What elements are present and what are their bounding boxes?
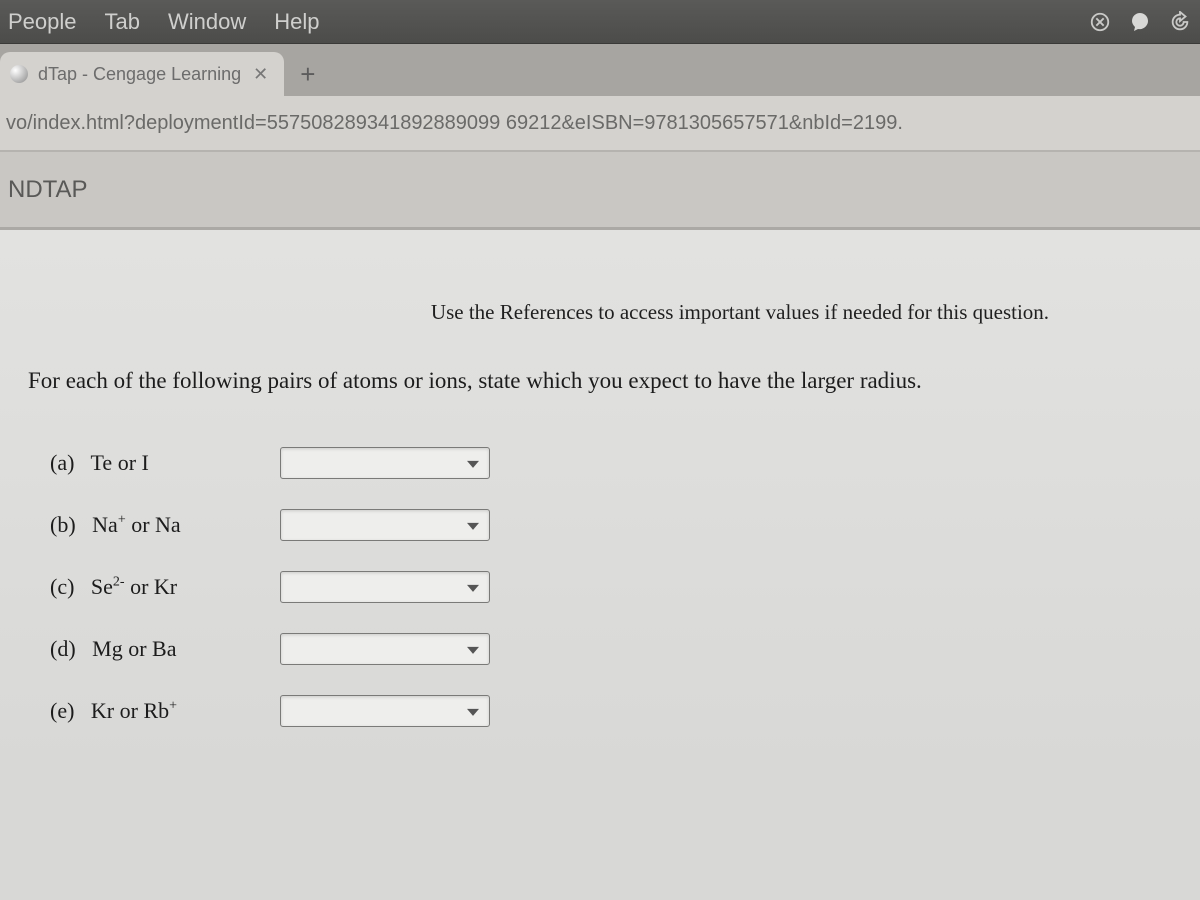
question-prompt: For each of the following pairs of atoms… [28,365,1180,397]
question-row-a: (a) Te or I [50,447,1180,479]
answer-select-d[interactable] [280,633,490,665]
refresh-icon[interactable] [1168,10,1192,34]
menu-window[interactable]: Window [168,9,246,35]
answer-select-e[interactable] [280,695,490,727]
page-header: NDTAP [0,152,1200,230]
question-row-b: (b) Na+ or Na [50,509,1180,541]
question-letter: (c) [50,574,74,599]
menu-help[interactable]: Help [274,9,319,35]
question-letter: (e) [50,698,74,723]
new-tab-button[interactable]: + [300,52,315,96]
sync-icon[interactable] [1088,10,1112,34]
question-label: (c) Se2- or Kr [50,574,240,600]
macos-menubar: People Tab Window Help [0,0,1200,44]
tab-title: dTap - Cengage Learning [38,64,241,85]
question-label: (b) Na+ or Na [50,512,240,538]
menu-people[interactable]: People [8,9,77,35]
question-pair: Kr or Rb+ [91,698,177,723]
question-label: (a) Te or I [50,450,240,476]
question-letter: (b) [50,512,76,537]
tab-close-icon[interactable]: ✕ [251,62,270,87]
browser-tabstrip: dTap - Cengage Learning ✕ + [0,44,1200,96]
question-letter: (a) [50,450,74,475]
menu-tab[interactable]: Tab [105,9,140,35]
references-note: Use the References to access important v… [20,300,1180,325]
question-label: (d) Mg or Ba [50,636,240,662]
question-pair: Na+ or Na [92,512,181,537]
answer-select-b[interactable] [280,509,490,541]
question-pair: Mg or Ba [92,636,176,661]
question-pair: Se2- or Kr [91,574,177,599]
question-letter: (d) [50,636,76,661]
answer-select-c[interactable] [280,571,490,603]
answer-select-a[interactable] [280,447,490,479]
url-text: vo/index.html?deploymentId=5575082893418… [6,112,903,135]
question-label: (e) Kr or Rb+ [50,698,240,724]
questions-container: (a) Te or I (b) Na+ or Na (c) Se2- or Kr… [20,447,1180,727]
page-content: Use the References to access important v… [0,230,1200,777]
question-row-c: (c) Se2- or Kr [50,571,1180,603]
mail-icon[interactable] [1128,10,1152,34]
references-note-text: Use the References to access important v… [431,300,1049,324]
page-header-title: NDTAP [8,176,88,204]
question-pair: Te or I [91,450,149,475]
tab-favicon-icon [10,65,28,83]
url-bar[interactable]: vo/index.html?deploymentId=5575082893418… [0,96,1200,152]
question-row-e: (e) Kr or Rb+ [50,695,1180,727]
browser-tab-active[interactable]: dTap - Cengage Learning ✕ [0,52,284,96]
question-row-d: (d) Mg or Ba [50,633,1180,665]
question-prompt-text: For each of the following pairs of atoms… [28,368,922,393]
